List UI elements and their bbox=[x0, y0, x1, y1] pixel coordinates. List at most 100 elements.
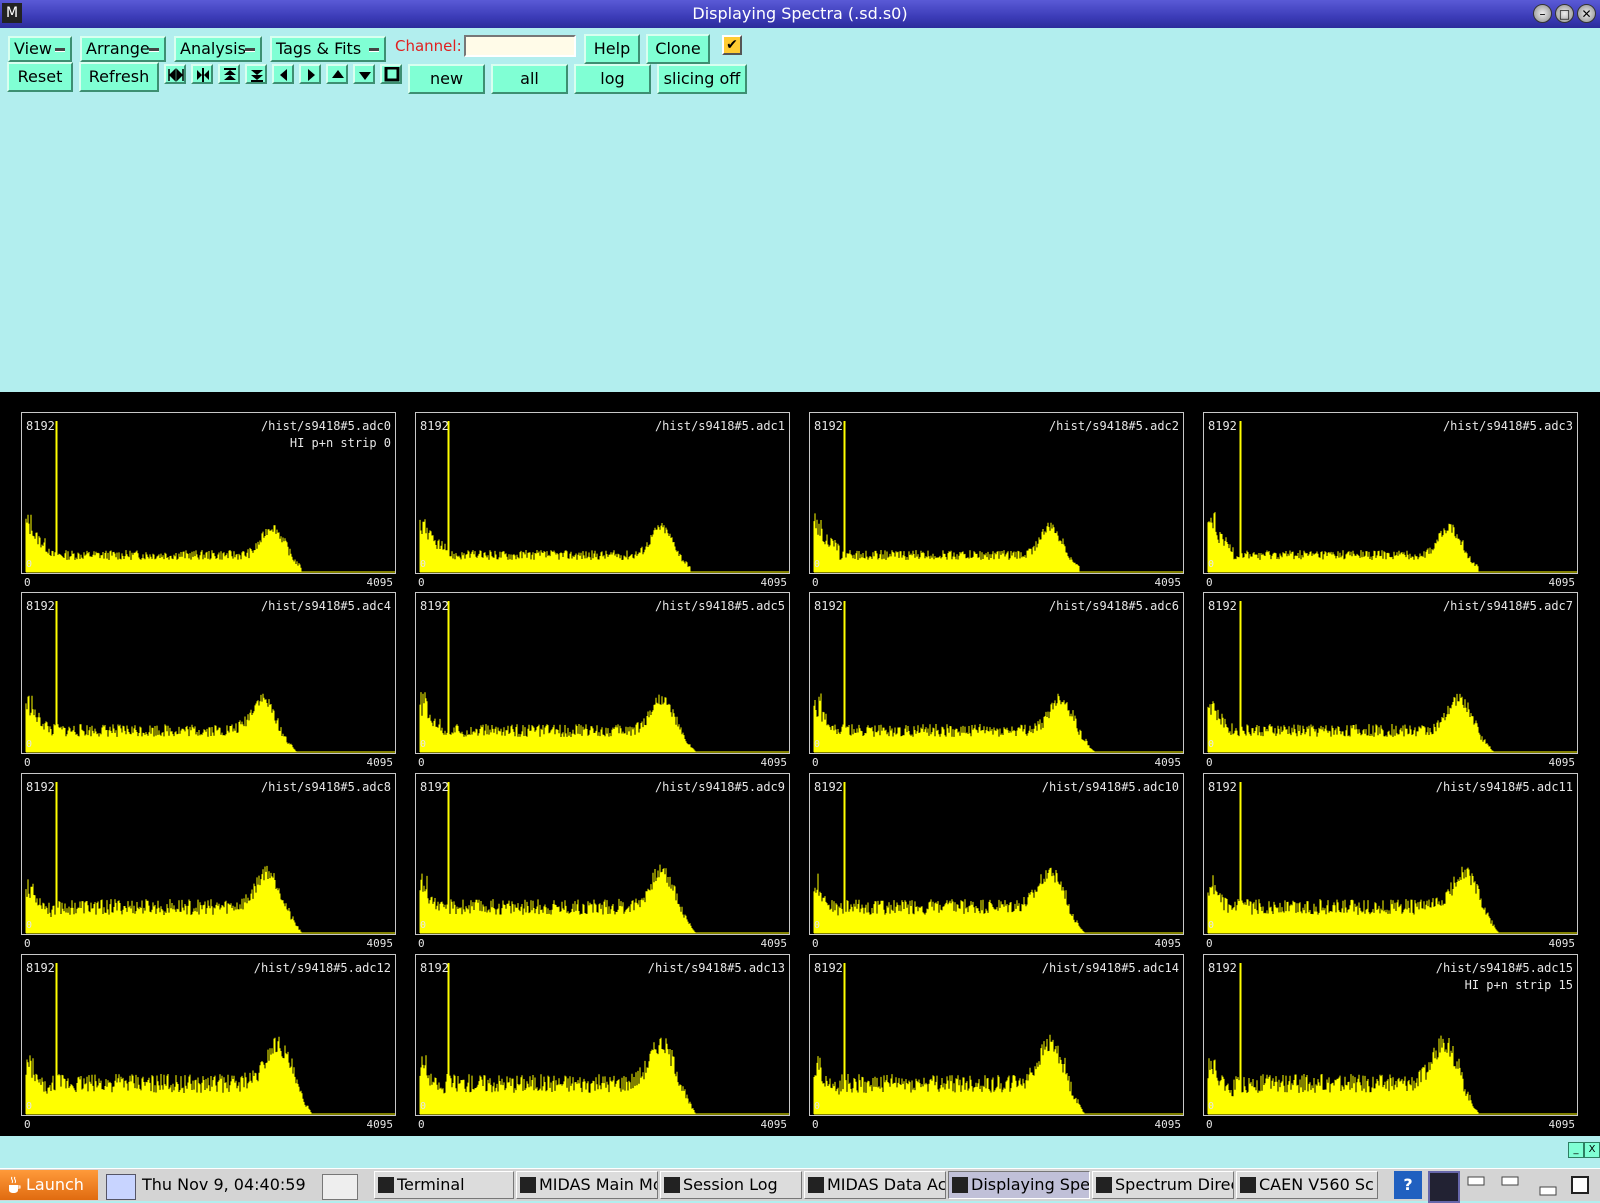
reset-button[interactable]: Reset bbox=[7, 62, 73, 92]
expand-horizontal-icon[interactable] bbox=[164, 64, 186, 84]
y-min-label: 0 bbox=[26, 739, 33, 750]
x-max-label: 4095 bbox=[1154, 756, 1182, 769]
spectrum-panel[interactable]: 8192/hist/s9418#5.adc2 0 bbox=[809, 412, 1184, 574]
help-button[interactable]: Help bbox=[584, 34, 640, 64]
spectra-display[interactable]: 8192/hist/s9418#5.adc0 HI p+n strip 0 0 0 40… bbox=[0, 392, 1600, 1136]
spectrum-panel[interactable]: 8192/hist/s9418#5.adc8 0 bbox=[21, 773, 396, 935]
tags-fits-menu[interactable]: Tags & Fits bbox=[270, 36, 386, 62]
java-cup-icon bbox=[9, 1176, 21, 1193]
window-icon[interactable] bbox=[1496, 1171, 1524, 1199]
arrange-menu[interactable]: Arrange bbox=[80, 36, 166, 62]
y-max-label: 8192 bbox=[814, 780, 843, 794]
spectrum-panel[interactable]: 8192/hist/s9418#5.adc11 0 bbox=[1203, 773, 1578, 935]
y-max-label: 8192 bbox=[1208, 419, 1237, 433]
clone-button[interactable]: Clone bbox=[646, 34, 710, 64]
y-max-label: 8192 bbox=[26, 780, 55, 794]
midas-icon bbox=[664, 1177, 680, 1193]
analysis-menu[interactable]: Analysis bbox=[174, 36, 262, 62]
menu-indicator-icon bbox=[245, 48, 255, 52]
taskbar-item[interactable]: CAEN V560 Sc bbox=[1236, 1171, 1378, 1199]
channel-input[interactable] bbox=[464, 35, 576, 57]
launch-button[interactable]: Launch bbox=[0, 1170, 98, 1200]
minimize-icon[interactable]: _ bbox=[1568, 1142, 1584, 1158]
y-min-label: 0 bbox=[814, 1101, 821, 1112]
taskbar-item[interactable]: Session Log bbox=[660, 1171, 802, 1199]
show-desktop-icon[interactable] bbox=[322, 1174, 358, 1200]
taskbar-item[interactable]: MIDAS Data Ac bbox=[804, 1171, 946, 1199]
expand-up-icon[interactable] bbox=[218, 64, 240, 84]
y-min-label: 0 bbox=[814, 920, 821, 931]
spectrum-panel[interactable]: 8192/hist/s9418#5.adc0 HI p+n strip 0 0 bbox=[21, 412, 396, 574]
midas-icon bbox=[1096, 1177, 1112, 1193]
spectrum-panel[interactable]: 8192/hist/s9418#5.adc4 0 bbox=[21, 592, 396, 754]
expand-down-icon[interactable] bbox=[245, 64, 267, 84]
y-min-label: 0 bbox=[420, 1101, 427, 1112]
compress-horizontal-icon[interactable] bbox=[191, 64, 213, 84]
spectrum-panel[interactable]: 8192/hist/s9418#5.adc9 0 bbox=[415, 773, 790, 935]
view-menu[interactable]: View bbox=[8, 36, 72, 62]
clock: Thu Nov 9, 04:40:59 bbox=[142, 1175, 306, 1194]
arrow-down-icon[interactable] bbox=[353, 64, 375, 84]
spectrum-panel[interactable]: 8192/hist/s9418#5.adc10 0 bbox=[809, 773, 1184, 935]
arrow-right-icon[interactable] bbox=[299, 64, 321, 84]
x-max-label: 4095 bbox=[366, 937, 394, 950]
spectrum-name: /hist/s9418#5.adc7 bbox=[1442, 599, 1573, 613]
window-icon[interactable] bbox=[1462, 1171, 1490, 1199]
x-max-label: 4095 bbox=[1548, 937, 1576, 950]
y-max-label: 8192 bbox=[26, 419, 55, 433]
spectrum-panel[interactable]: 8192/hist/s9418#5.adc15 HI p+n strip 15 0 bbox=[1203, 954, 1578, 1116]
spectrum-panel[interactable]: 8192/hist/s9418#5.adc14 0 bbox=[809, 954, 1184, 1116]
x-max-label: 4095 bbox=[1154, 1118, 1182, 1131]
arrow-left-icon[interactable] bbox=[272, 64, 294, 84]
tags-fits-menu-label: Tags & Fits bbox=[276, 39, 362, 58]
spectrum-panel[interactable]: 8192/hist/s9418#5.adc13 0 bbox=[415, 954, 790, 1116]
y-min-label: 0 bbox=[420, 559, 427, 570]
new-button[interactable]: new bbox=[408, 64, 485, 94]
all-button[interactable]: all bbox=[491, 64, 568, 94]
y-max-label: 8192 bbox=[814, 419, 843, 433]
taskbar-item-label: Session Log bbox=[683, 1175, 778, 1194]
spectrum-panel[interactable]: 8192/hist/s9418#5.adc3 0 bbox=[1203, 412, 1578, 574]
spectrum-panel[interactable]: 8192/hist/s9418#5.adc1 0 bbox=[415, 412, 790, 574]
stop-square-icon[interactable] bbox=[380, 64, 402, 84]
close-icon[interactable]: ✕ bbox=[1577, 4, 1596, 23]
spectrum-panel[interactable]: 8192/hist/s9418#5.adc7 0 bbox=[1203, 592, 1578, 754]
spectrum-panel[interactable]: 8192/hist/s9418#5.adc12 0 bbox=[21, 954, 396, 1116]
help-icon[interactable]: ? bbox=[1394, 1171, 1422, 1199]
y-max-label: 8192 bbox=[420, 961, 449, 975]
slicing-button[interactable]: slicing off bbox=[657, 64, 747, 94]
window-title: Displaying Spectra (.sd.s0) bbox=[692, 4, 908, 23]
close-icon[interactable]: X bbox=[1584, 1142, 1600, 1158]
clone-checkbox[interactable]: ✔ bbox=[722, 35, 742, 55]
spectrum-panel[interactable]: 8192/hist/s9418#5.adc6 0 bbox=[809, 592, 1184, 754]
arrow-up-icon[interactable] bbox=[326, 64, 348, 84]
window-titlebar[interactable]: M Displaying Spectra (.sd.s0) – □ ✕ bbox=[0, 0, 1600, 28]
taskbar-item[interactable]: Terminal bbox=[374, 1171, 514, 1199]
spectrum-trace bbox=[419, 601, 696, 752]
taskbar-item[interactable]: Displaying Spe bbox=[948, 1171, 1090, 1199]
checkmark-icon: ✔ bbox=[726, 37, 738, 53]
minimize-icon[interactable]: – bbox=[1533, 4, 1552, 23]
spectrum-histogram bbox=[813, 963, 1183, 1115]
minimize-icon[interactable] bbox=[1534, 1171, 1562, 1199]
channel-label: Channel: bbox=[395, 37, 462, 55]
midas-icon[interactable] bbox=[1428, 1171, 1460, 1203]
x-max-label: 4095 bbox=[366, 576, 394, 589]
spectrum-panel[interactable]: 8192/hist/s9418#5.adc5 0 bbox=[415, 592, 790, 754]
taskbar-item[interactable]: Spectrum Direc bbox=[1092, 1171, 1234, 1199]
spectrum-name: /hist/s9418#5.adc2 bbox=[1048, 419, 1179, 433]
spectrum-trace bbox=[25, 782, 302, 933]
y-max-label: 8192 bbox=[814, 599, 843, 613]
y-min-label: 0 bbox=[420, 920, 427, 931]
x-min-label: 0 bbox=[1206, 756, 1213, 769]
x-max-label: 4095 bbox=[760, 937, 788, 950]
log-button[interactable]: log bbox=[574, 64, 651, 94]
y-max-label: 8192 bbox=[26, 599, 55, 613]
window-icon[interactable] bbox=[1566, 1171, 1594, 1199]
spectrum-histogram bbox=[419, 601, 789, 753]
taskbar-item[interactable]: MIDAS Main Mo bbox=[516, 1171, 658, 1199]
notes-icon[interactable] bbox=[106, 1174, 136, 1200]
taskbar: Launch Thu Nov 9, 04:40:59 Terminal MIDAS… bbox=[0, 1168, 1600, 1203]
refresh-button[interactable]: Refresh bbox=[79, 62, 159, 92]
maximize-icon[interactable]: □ bbox=[1555, 4, 1574, 23]
